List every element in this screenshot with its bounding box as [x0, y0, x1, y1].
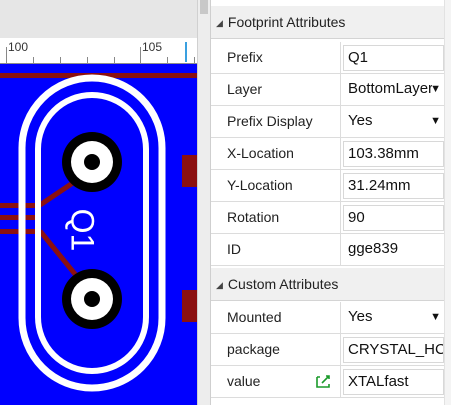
prefix-display-select[interactable]: Yes ▼: [343, 109, 444, 135]
row-x-location: X-Location 103.38mm: [211, 138, 451, 170]
triangle-down-icon[interactable]: ◢: [216, 18, 223, 28]
value-input[interactable]: XTALfast: [343, 369, 444, 395]
rotation-label: Rotation: [211, 202, 341, 233]
footprint-drawing[interactable]: Q1: [0, 65, 197, 405]
row-rotation: Rotation 90: [211, 202, 451, 234]
prefix-label: Prefix: [211, 42, 341, 73]
mounted-select[interactable]: Yes ▼: [343, 305, 444, 331]
id-label: ID: [211, 234, 341, 265]
layer-select[interactable]: BottomLayer ▼: [343, 77, 444, 103]
package-input[interactable]: CRYSTAL_HC-49US: [343, 337, 444, 363]
prefix-input[interactable]: Q1: [343, 45, 444, 71]
chevron-down-icon[interactable]: ▼: [430, 77, 441, 101]
y-location-label: Y-Location: [211, 170, 341, 201]
custom-attributes-title: Custom Attributes: [227, 276, 339, 292]
pad-1-drill: [84, 154, 100, 170]
pad-2-drill: [84, 291, 100, 307]
mounted-label: Mounted: [211, 302, 341, 333]
triangle-down-icon[interactable]: ◢: [216, 280, 223, 290]
chevron-down-icon[interactable]: ▼: [430, 109, 441, 133]
footprint-attributes-title: Footprint Attributes: [227, 14, 346, 30]
mounted-value: Yes: [348, 308, 373, 325]
rotation-input[interactable]: 90: [343, 205, 444, 231]
copper-pad-right-1: [182, 155, 197, 187]
canvas-toolbar-strip: [0, 0, 197, 38]
canvas-vertical-scrollbar[interactable]: [197, 0, 210, 405]
row-package: package CRYSTAL_HC-49US: [211, 334, 451, 366]
horizontal-ruler: 100 105: [0, 38, 197, 64]
prefix-display-label: Prefix Display: [211, 106, 341, 137]
value-label-text: value: [227, 373, 261, 389]
y-location-input[interactable]: 31.24mm: [343, 173, 444, 199]
prefix-display-value: Yes: [348, 112, 373, 129]
x-location-input[interactable]: 103.38mm: [343, 141, 444, 167]
properties-panel: ◢ Footprint Attributes Prefix Q1 Layer Bo…: [210, 0, 451, 405]
copper-pad-right-2: [182, 290, 197, 322]
row-id: ID gge839: [211, 234, 451, 266]
footprint-attributes-header[interactable]: ◢ Footprint Attributes: [211, 6, 451, 39]
edit-icon[interactable]: [316, 374, 332, 388]
row-prefix: Prefix Q1: [211, 42, 451, 74]
layer-label: Layer: [211, 74, 341, 105]
value-label: value: [211, 366, 341, 397]
row-mounted: Mounted Yes ▼: [211, 302, 451, 334]
ruler-label-100: 100: [8, 40, 29, 54]
row-value: value XTALfast: [211, 366, 451, 398]
row-y-location: Y-Location 31.24mm: [211, 170, 451, 202]
ruler-cursor-marker: [185, 42, 187, 62]
custom-attributes-header[interactable]: ◢ Custom Attributes: [211, 268, 451, 301]
id-value: gge839: [343, 237, 444, 263]
designator-label[interactable]: Q1: [65, 209, 101, 252]
panel-vertical-scrollbar[interactable]: [444, 0, 451, 405]
pcb-canvas[interactable]: 100 105 Q1: [0, 0, 197, 405]
row-prefix-display: Prefix Display Yes ▼: [211, 106, 451, 138]
x-location-label: X-Location: [211, 138, 341, 169]
ruler-label-105: 105: [142, 40, 163, 54]
row-layer: Layer BottomLayer ▼: [211, 74, 451, 106]
layer-select-value: BottomLayer: [348, 80, 432, 97]
chevron-down-icon[interactable]: ▼: [430, 305, 441, 329]
package-label: package: [211, 334, 341, 365]
canvas-scroll-thumb[interactable]: [200, 0, 208, 14]
